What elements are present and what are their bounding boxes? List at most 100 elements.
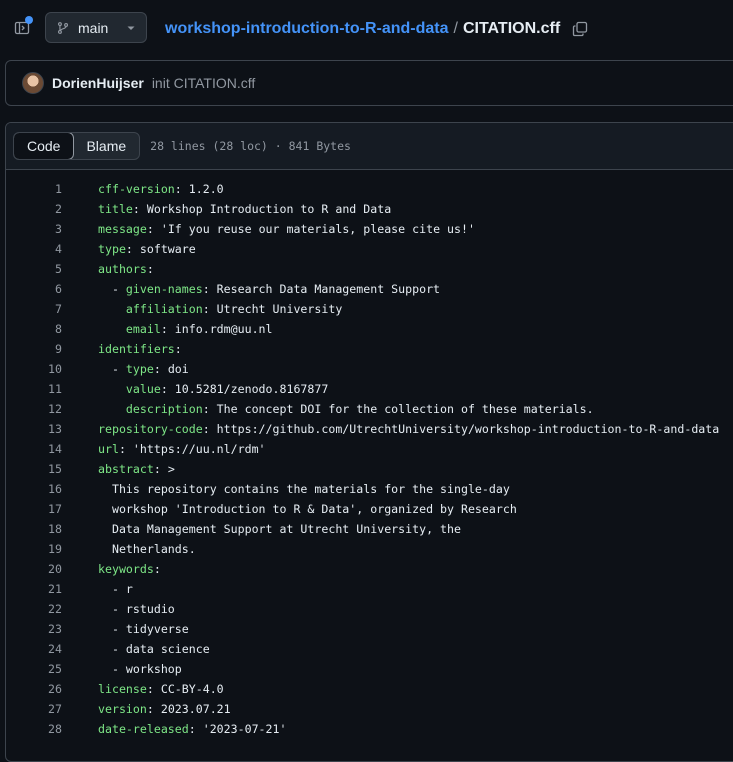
code-line: 5 authors:	[6, 259, 733, 279]
line-content: This repository contains the materials f…	[98, 482, 510, 496]
line-number[interactable]: 10	[6, 362, 62, 376]
line-number[interactable]: 1	[6, 182, 62, 196]
line-content: repository-code: https://github.com/Utre…	[98, 422, 719, 436]
yaml-key: date-released	[98, 722, 189, 736]
line-content: Netherlands.	[98, 542, 196, 556]
yaml-separator: :	[202, 302, 217, 316]
code-line: 16 This repository contains the material…	[6, 479, 733, 499]
line-number[interactable]: 9	[6, 342, 62, 356]
code-line: 17 workshop 'Introduction to R & Data', …	[6, 499, 733, 519]
file-viewer: Code Blame 28 lines (28 loc) · 841 Bytes…	[5, 122, 733, 762]
commit-message[interactable]: init CITATION.cff	[152, 75, 255, 91]
line-number[interactable]: 27	[6, 702, 62, 716]
line-number[interactable]: 15	[6, 462, 62, 476]
line-content: type: software	[98, 242, 196, 256]
yaml-value: 2023.07.21	[160, 702, 231, 716]
yaml-key: version	[98, 702, 147, 716]
line-number[interactable]: 11	[6, 382, 62, 396]
code-line: 13 repository-code: https://github.com/Ut…	[6, 419, 733, 439]
line-number[interactable]: 20	[6, 562, 62, 576]
line-content: license: CC-BY-4.0	[98, 682, 224, 696]
yaml-separator: :	[146, 262, 154, 276]
code-line: 28 date-released: '2023-07-21'	[6, 719, 733, 739]
yaml-value: info.rdm@uu.nl	[174, 322, 273, 336]
line-content: description: The concept DOI for the col…	[98, 402, 594, 416]
code-line: 1 cff-version: 1.2.0	[6, 179, 733, 199]
side-panel-toggle-button[interactable]	[8, 14, 36, 42]
tab-code[interactable]: Code	[14, 133, 75, 159]
yaml-key: authors	[98, 262, 147, 276]
line-number[interactable]: 8	[6, 322, 62, 336]
code-line: 27 version: 2023.07.21	[6, 699, 733, 719]
line-number[interactable]: 7	[6, 302, 62, 316]
yaml-value: Workshop Introduction to R and Data	[146, 202, 392, 216]
repo-link[interactable]: workshop-introduction-to-R-and-data	[165, 20, 449, 38]
yaml-separator: :	[160, 322, 175, 336]
line-content: keywords:	[98, 562, 161, 576]
yaml-separator: :	[132, 202, 147, 216]
yaml-value: - rstudio	[111, 602, 175, 616]
view-toggle: Code Blame	[13, 132, 141, 160]
line-number[interactable]: 4	[6, 242, 62, 256]
line-number[interactable]: 13	[6, 422, 62, 436]
line-content: - r	[98, 582, 133, 596]
yaml-value: This repository contains the materials f…	[111, 482, 510, 496]
line-number[interactable]: 23	[6, 622, 62, 636]
yaml-value: Data Management Support at Utrecht Unive…	[111, 522, 461, 536]
yaml-value: >	[167, 462, 175, 476]
branch-selector-button[interactable]: main	[45, 12, 147, 43]
line-number[interactable]: 21	[6, 582, 62, 596]
line-number[interactable]: 5	[6, 262, 62, 276]
line-number[interactable]: 2	[6, 202, 62, 216]
yaml-value: - tidyverse	[111, 622, 189, 636]
yaml-value: '2023-07-21'	[202, 722, 287, 736]
code-line: 18 Data Management Support at Utrecht Un…	[6, 519, 733, 539]
line-number[interactable]: 17	[6, 502, 62, 516]
yaml-key: license	[98, 682, 147, 696]
yaml-separator: :	[188, 722, 203, 736]
line-number[interactable]: 12	[6, 402, 62, 416]
commit-author[interactable]: DorienHuijser	[52, 75, 144, 91]
code-line: 14 url: 'https://uu.nl/rdm'	[6, 439, 733, 459]
line-number[interactable]: 22	[6, 602, 62, 616]
line-number[interactable]: 19	[6, 542, 62, 556]
avatar[interactable]	[22, 72, 44, 94]
line-content: Data Management Support at Utrecht Unive…	[98, 522, 461, 536]
yaml-separator: :	[153, 562, 161, 576]
code-line: 7 affiliation: Utrecht University	[6, 299, 733, 319]
yaml-value: - workshop	[111, 662, 182, 676]
line-number[interactable]: 14	[6, 442, 62, 456]
yaml-separator: :	[146, 222, 161, 236]
line-number[interactable]: 3	[6, 222, 62, 236]
code-line: 6 - given-names: Research Data Managemen…	[6, 279, 733, 299]
line-number[interactable]: 16	[6, 482, 62, 496]
code-line: 23 - tidyverse	[6, 619, 733, 639]
line-content: date-released: '2023-07-21'	[98, 722, 286, 736]
yaml-value: workshop 'Introduction to R & Data', org…	[111, 502, 517, 516]
line-content: version: 2023.07.21	[98, 702, 231, 716]
yaml-separator: :	[174, 182, 189, 196]
line-content: abstract: >	[98, 462, 175, 476]
code-line: 22 - rstudio	[6, 599, 733, 619]
line-number[interactable]: 26	[6, 682, 62, 696]
tab-blame[interactable]: Blame	[73, 133, 139, 159]
line-indent: -	[98, 362, 126, 376]
line-number[interactable]: 24	[6, 642, 62, 656]
line-number[interactable]: 28	[6, 722, 62, 736]
yaml-value: The concept DOI for the collection of th…	[216, 402, 594, 416]
line-number[interactable]: 25	[6, 662, 62, 676]
code-content[interactable]: 1 cff-version: 1.2.0 2 title: Workshop Intr…	[6, 170, 733, 739]
line-number[interactable]: 6	[6, 282, 62, 296]
latest-commit-bar: DorienHuijser init CITATION.cff	[5, 60, 733, 106]
copy-path-button[interactable]	[572, 21, 588, 37]
yaml-key: value	[125, 382, 161, 396]
line-content: - tidyverse	[98, 622, 189, 636]
line-number[interactable]: 18	[6, 522, 62, 536]
